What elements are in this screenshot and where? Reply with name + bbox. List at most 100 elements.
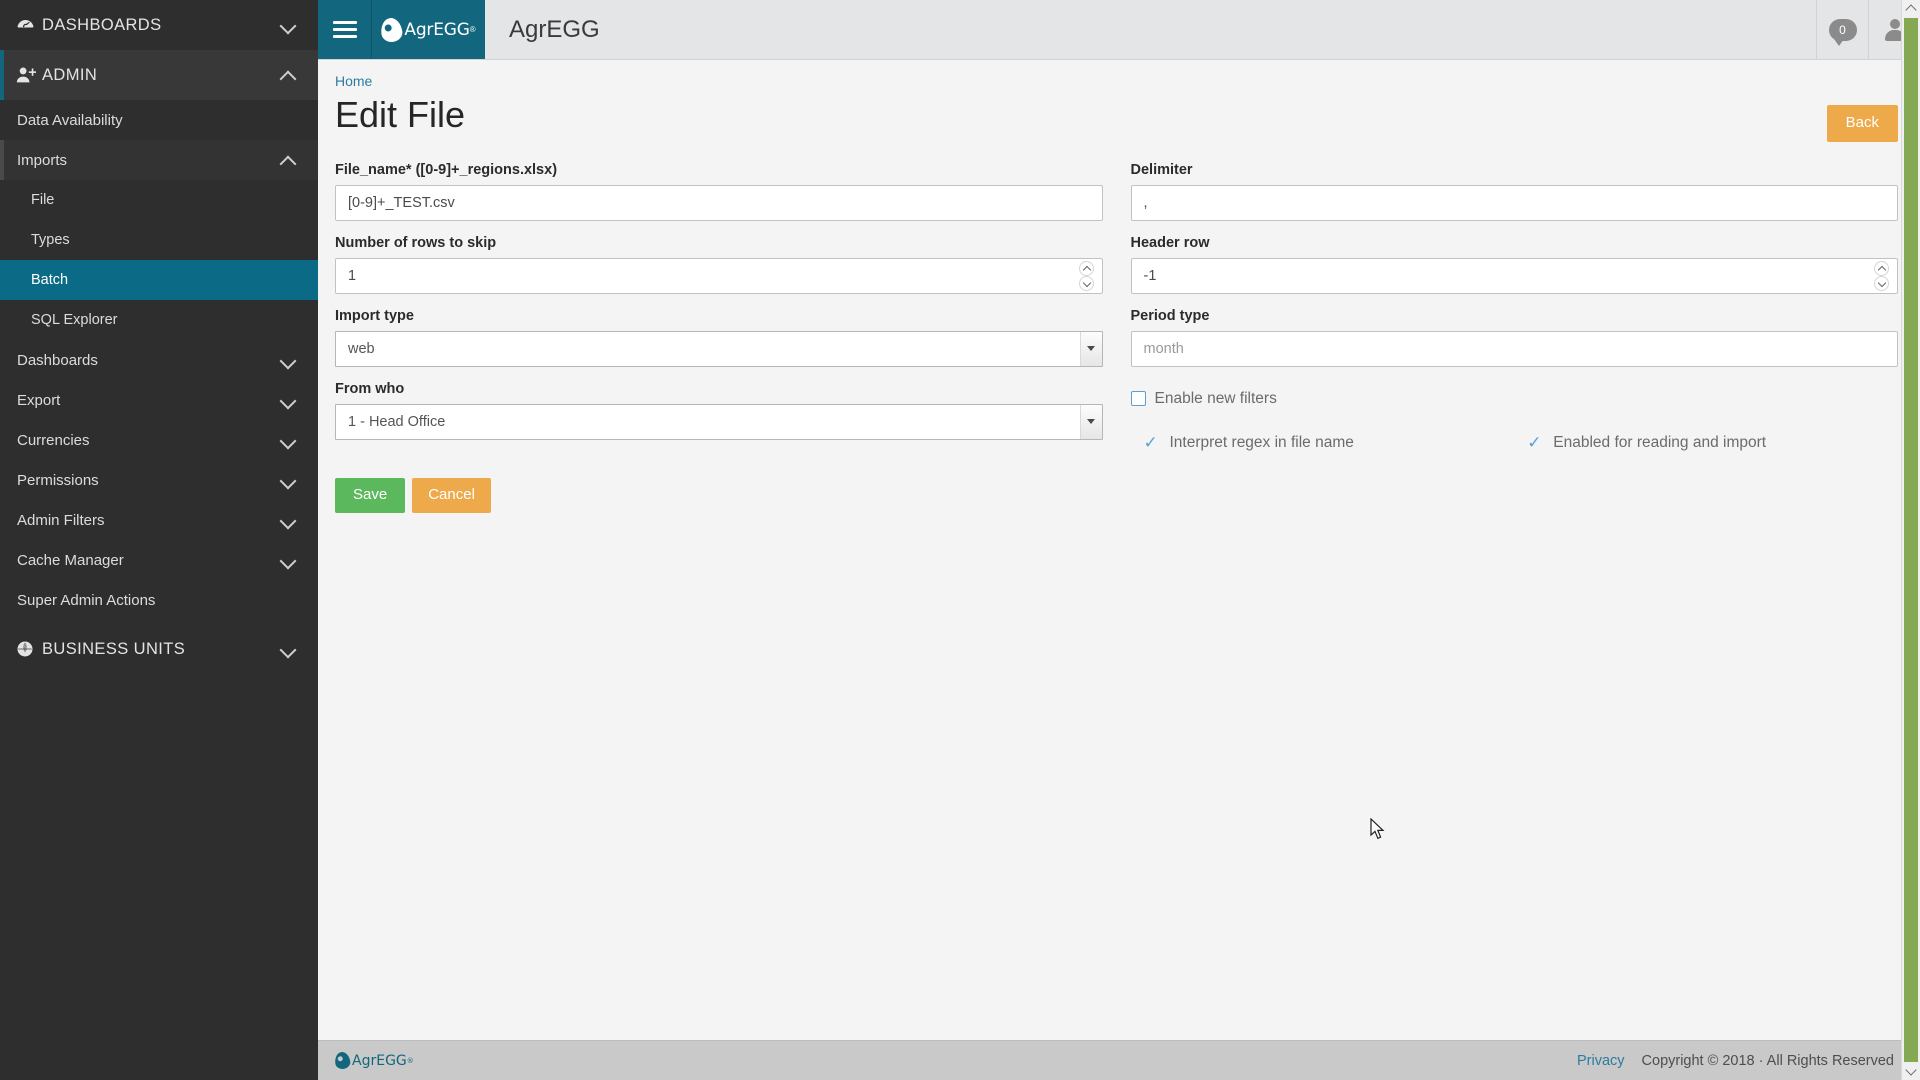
sidebar-item-label: Batch: [31, 272, 69, 288]
header-row-input[interactable]: [1130, 257, 1898, 294]
page-header: Edit File Back: [318, 89, 1920, 142]
sidebar-group-admin[interactable]: ADMIN: [0, 50, 318, 100]
sidebar-item-super-admin-actions[interactable]: Super Admin Actions: [0, 580, 318, 620]
field-header-row: Header row: [1130, 234, 1898, 294]
brand-logo[interactable]: AgrEGG ®: [372, 0, 485, 59]
messages-button[interactable]: 0: [1816, 0, 1868, 59]
field-import-type: Import type web: [335, 308, 1103, 367]
hamburger-menu-icon[interactable]: [318, 0, 372, 59]
sidebar-item-dashboards[interactable]: Dashboards: [0, 340, 318, 380]
field-from-who: From who 1 - Head Office: [335, 381, 1103, 440]
chevron-down-icon: [280, 432, 296, 448]
sidebar-item-label: File: [31, 192, 55, 208]
chevron-down-icon: [280, 352, 296, 368]
back-button[interactable]: Back: [1826, 105, 1898, 142]
sidebar-group-dashboards[interactable]: DASHBOARDS: [0, 0, 318, 50]
enable-new-filters-label: Enable new filters: [1154, 389, 1277, 407]
chevron-down-icon: [280, 512, 296, 528]
sidebar-item-export[interactable]: Export: [0, 380, 318, 420]
chevron-down-icon: [280, 472, 296, 488]
rows-to-skip-label: Number of rows to skip: [335, 234, 497, 251]
sidebar-item-data-availability[interactable]: Data Availability: [0, 100, 318, 140]
from-who-label: From who: [335, 380, 405, 397]
registered-mark: ®: [469, 25, 476, 34]
field-rows-to-skip: Number of rows to skip: [335, 235, 1103, 294]
sidebar-group-label: DASHBOARDS: [42, 15, 162, 34]
sidebar-item-label: Export: [17, 391, 61, 409]
sidebar-item-cache-manager[interactable]: Cache Manager: [0, 540, 318, 580]
field-file-name: File_name* ([0-9]+_regions.xlsx): [335, 162, 1103, 221]
sidebar-item-file[interactable]: File: [0, 180, 318, 220]
edit-file-form: File_name* ([0-9]+_regions.xlsx) Number …: [318, 142, 1920, 454]
field-delimiter: Delimiter: [1130, 161, 1898, 221]
field-period-type: Period type: [1130, 307, 1898, 367]
sidebar-item-types[interactable]: Types: [0, 220, 318, 260]
form-column-right: Delimiter Header row: [1130, 161, 1899, 454]
sidebar-item-label: Admin Filters: [17, 511, 105, 529]
enabled-import-label: Enabled for reading and import: [1553, 433, 1767, 451]
scrollbar-up-button[interactable]: [1902, 0, 1920, 18]
enable-new-filters-row[interactable]: Enable new filters: [1130, 389, 1899, 408]
sidebar-item-label: Super Admin Actions: [17, 591, 156, 609]
scrollbar-thumb[interactable]: [1904, 18, 1918, 1062]
sidebar-item-label: Types: [31, 232, 70, 248]
check-icon: ✓: [1143, 433, 1158, 453]
period-type-input[interactable]: [1130, 330, 1898, 367]
brand-name: AgrEGG: [404, 19, 470, 40]
sidebar-item-label: Currencies: [17, 431, 90, 449]
sidebar-item-label: Dashboards: [17, 351, 98, 369]
interpret-regex-label: Interpret regex in file name: [1169, 433, 1354, 451]
import-type-label: Import type: [335, 307, 414, 324]
chevron-down-icon: [280, 392, 296, 408]
file-name-input[interactable]: [335, 184, 1103, 221]
dashboard-gauge-icon: [16, 16, 42, 35]
scrollbar-down-button[interactable]: [1902, 1062, 1920, 1080]
sidebar-item-currencies[interactable]: Currencies: [0, 420, 318, 460]
chevron-down-icon: [280, 552, 296, 568]
page-footer: AgrEGG ® Privacy Copyright © 2018 · All …: [318, 1040, 1920, 1080]
form-column-left: File_name* ([0-9]+_regions.xlsx) Number …: [335, 162, 1103, 454]
rows-to-skip-input[interactable]: [335, 257, 1103, 294]
page-content: Home Edit File Back File_name* ([0-9]+_r…: [318, 60, 1920, 1040]
globe-icon: [16, 640, 42, 658]
registered-mark: ®: [406, 1056, 414, 1065]
user-add-icon: [16, 66, 42, 84]
sidebar-item-permissions[interactable]: Permissions: [0, 460, 318, 500]
privacy-link[interactable]: Privacy: [1577, 1053, 1625, 1069]
header-row-label: Header row: [1130, 234, 1210, 251]
sidebar-item-imports[interactable]: Imports: [0, 140, 318, 180]
readonly-flags-row: ✓ Interpret regex in file name ✓ Enabled…: [1131, 434, 1899, 452]
sidebar-item-admin-filters[interactable]: Admin Filters: [0, 500, 318, 540]
enable-new-filters-checkbox[interactable]: [1130, 391, 1146, 407]
sidebar-group-label: ADMIN: [42, 65, 98, 84]
from-who-select[interactable]: 1 - Head Office: [335, 403, 1103, 440]
file-name-label: File_name* ([0-9]+_regions.xlsx): [335, 161, 558, 178]
check-icon: ✓: [1527, 433, 1542, 453]
breadcrumb-home-link[interactable]: Home: [335, 73, 372, 89]
sidebar-item-sql-explorer[interactable]: SQL Explorer: [0, 300, 318, 340]
delimiter-label: Delimiter: [1130, 161, 1193, 178]
sidebar-item-label: SQL Explorer: [31, 312, 118, 328]
save-button[interactable]: Save: [335, 477, 406, 513]
chevron-down-icon: [280, 17, 296, 33]
sidebar: DASHBOARDS ADMIN Data Availability Impor…: [0, 0, 318, 1080]
footer-brand: AgrEGG ®: [333, 1051, 414, 1070]
chevron-up-icon: [280, 67, 296, 83]
footer-brand-name: AgrEGG: [352, 1052, 407, 1069]
page-title: Edit File: [335, 94, 466, 135]
chevron-up-icon: [280, 152, 296, 168]
enabled-import-flag: ✓ Enabled for reading and import: [1514, 434, 1898, 452]
footer-right: Privacy Copyright © 2018 · All Rights Re…: [1577, 1053, 1894, 1069]
app-title: AgrEGG: [509, 15, 600, 43]
breadcrumb: Home: [318, 60, 1920, 89]
delimiter-input[interactable]: [1130, 184, 1898, 221]
sidebar-group-label: BUSINESS UNITS: [42, 639, 186, 658]
egg-logo-icon: [379, 16, 404, 43]
import-type-select[interactable]: web: [335, 330, 1103, 367]
page-scrollbar[interactable]: [1901, 0, 1920, 1080]
sidebar-group-business-units[interactable]: BUSINESS UNITS: [0, 624, 318, 674]
sidebar-item-batch[interactable]: Batch: [0, 260, 318, 300]
sidebar-item-label: Cache Manager: [17, 551, 124, 569]
period-type-label: Period type: [1130, 307, 1210, 324]
cancel-button[interactable]: Cancel: [412, 477, 491, 513]
